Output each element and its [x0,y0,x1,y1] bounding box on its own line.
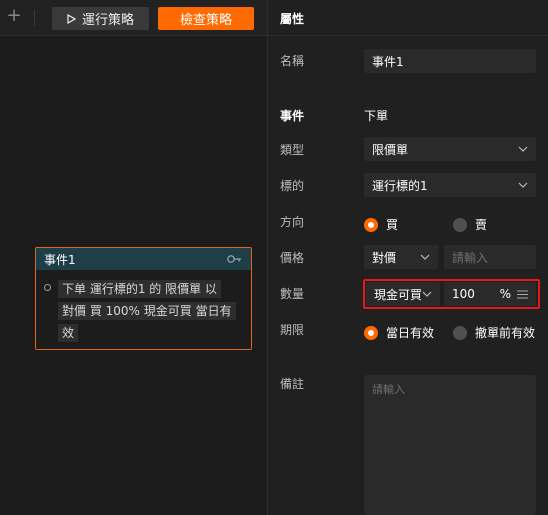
event-node-header: 事件1 [36,248,251,270]
chevron-down-icon [422,291,432,297]
name-label: 名稱 [280,54,305,68]
expiry-gtc-radio[interactable]: 撤單前有效 [453,324,535,341]
strategy-canvas[interactable]: + 運行策略 檢查策略 事件1 下单 運行標的1 的 限價單 以 對價 買 10… [0,0,267,515]
quantity-mode-select[interactable]: 現金可買 [366,282,440,306]
radio-unselected-icon [453,325,467,340]
description-line: 效 [58,324,79,342]
type-value: 限價單 [372,142,409,157]
menu-icon[interactable] [517,290,528,299]
radio-selected-icon [364,325,378,340]
quantity-unit: % [499,287,511,301]
panel-divider [268,35,548,36]
chevron-down-icon [420,254,430,260]
quantity-mode-value: 現金可買 [374,287,423,302]
event-node-title: 事件1 [44,252,76,267]
name-input[interactable]: 事件1 [364,49,536,73]
expiry-day-radio[interactable]: 當日有效 [364,324,434,341]
direction-buy-radio[interactable]: 買 [364,216,398,233]
expiry-gtc-label: 撤單前有效 [475,326,536,340]
price-input[interactable]: 請輸入 [444,245,536,269]
target-select[interactable]: 運行標的1 [364,173,536,197]
price-placeholder: 請輸入 [452,250,489,265]
properties-panel: 屬性 名稱 事件1 事件 下單 類型 限價單 標的 運行標的1 方向 買 賣 價… [267,0,548,515]
note-label: 備註 [280,377,305,391]
price-mode-select[interactable]: 對價 [364,245,438,269]
quantity-value: 100 [452,287,475,301]
check-strategy-label: 檢查策略 [179,13,232,28]
target-label: 標的 [280,179,305,193]
event-node[interactable]: 事件1 下单 運行標的1 的 限價單 以 對價 買 100% 現金可買 當日有 … [35,247,252,350]
chevron-down-icon [518,182,528,188]
direction-sell-label: 賣 [475,218,488,232]
quantity-input[interactable]: 100 % [444,282,536,306]
toolbar-divider [34,10,35,26]
event-node-description: 下单 運行標的1 的 限價單 以 對價 買 100% 現金可買 當日有 效 [58,278,243,344]
description-line: 對價 買 100% 現金可買 當日有 [58,302,236,320]
direction-buy-label: 買 [386,218,399,232]
description-line: 下单 運行標的1 的 限價單 以 [58,280,221,298]
node-port-icon[interactable] [44,284,51,291]
key-icon[interactable] [227,254,243,264]
chevron-down-icon [518,146,528,152]
event-value: 下單 [364,109,389,123]
target-value: 運行標的1 [372,178,428,193]
event-label: 事件 [280,109,305,123]
note-placeholder: 請輸入 [372,383,405,396]
check-strategy-button[interactable]: 檢查策略 [158,7,254,30]
quantity-label: 數量 [280,287,305,301]
expiry-label: 期限 [280,323,305,337]
run-strategy-label: 運行策略 [81,13,134,28]
run-strategy-button[interactable]: 運行策略 [52,7,149,30]
panel-title: 屬性 [280,12,305,26]
name-value: 事件1 [372,54,404,69]
play-icon [67,13,76,24]
direction-label: 方向 [280,215,305,229]
event-node-body: 下单 運行標的1 的 限價單 以 對價 買 100% 現金可買 當日有 效 [36,270,251,344]
price-label: 價格 [280,251,305,265]
type-label: 類型 [280,143,305,157]
note-textarea[interactable]: 請輸入 [364,375,536,515]
quantity-suffix: % [500,287,528,301]
plus-icon[interactable]: + [6,7,22,25]
canvas-toolbar: + 運行策略 檢查策略 [0,0,267,36]
price-mode-value: 對價 [372,250,397,265]
radio-selected-icon [364,217,378,232]
radio-unselected-icon [453,217,467,232]
type-select[interactable]: 限價單 [364,137,536,161]
expiry-day-label: 當日有效 [386,326,435,340]
direction-sell-radio[interactable]: 賣 [453,216,487,233]
